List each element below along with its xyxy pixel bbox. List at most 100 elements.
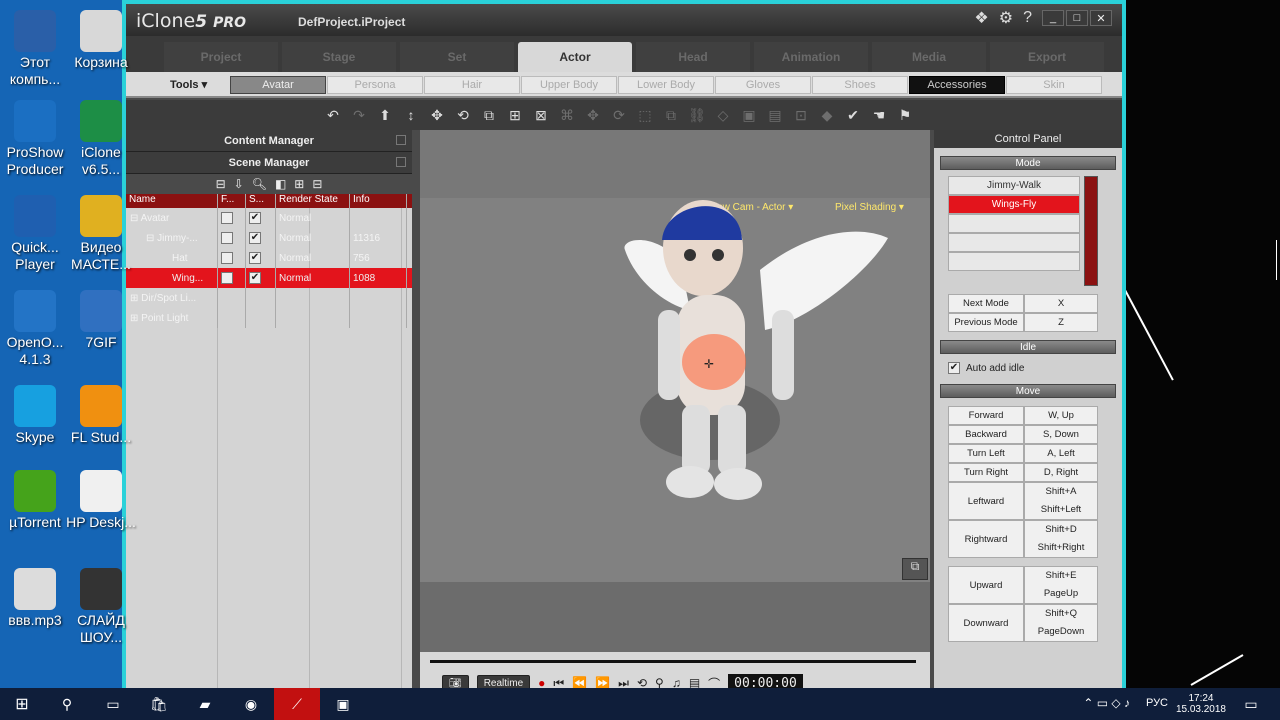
render-state-cell[interactable]: Normal	[276, 208, 350, 228]
align-icon[interactable]: ⊞	[506, 107, 524, 124]
tab-export[interactable]: Export	[990, 42, 1104, 72]
hotkey-value[interactable]: W, Up	[1024, 406, 1098, 425]
hotkey-value[interactable]: S, Down	[1024, 425, 1098, 444]
freeze-checkbox[interactable]	[221, 232, 233, 244]
freeze-checkbox[interactable]	[221, 272, 233, 284]
undo-icon[interactable]: ↶	[324, 107, 342, 124]
render-state-cell[interactable]: Normal	[276, 248, 350, 268]
render-state-cell[interactable]: Normal	[276, 228, 350, 248]
actor-character[interactable]: ✛	[420, 130, 930, 582]
column-header[interactable]: Info	[350, 194, 407, 208]
desktop-icon-quicktime[interactable]: Quick... Player	[0, 195, 70, 273]
desktop-icon-hp[interactable]: HP Deskj...	[66, 470, 136, 531]
task-view-icon[interactable]: ▭	[90, 688, 136, 720]
tab-project[interactable]: Project	[164, 42, 278, 72]
paint-icon[interactable]: ◆	[818, 107, 836, 124]
settings-gear-icon[interactable]: ⚙	[999, 8, 1013, 28]
desktop-icon-openoffice[interactable]: OpenO... 4.1.3	[0, 290, 70, 368]
column-header[interactable]: S...	[246, 194, 276, 208]
show-checkbox[interactable]: ✔	[249, 252, 261, 264]
app-taskbar-icon[interactable]: ▣	[320, 688, 366, 720]
scene-row[interactable]: ⊟ Avatar ✔ Normal	[126, 208, 412, 228]
viewport-toggle-icon[interactable]: ⧉	[902, 558, 928, 580]
scene-row[interactable]: ⊞ Point Light	[126, 308, 412, 328]
rotate-local-icon[interactable]: ⟳	[610, 107, 628, 124]
subtab-gloves[interactable]: Gloves	[715, 76, 811, 94]
taskbar-clock[interactable]: 17:24 15.03.2018	[1176, 688, 1226, 720]
flag-icon[interactable]: ⚑	[896, 107, 914, 124]
start-button[interactable]: ⊞	[0, 688, 44, 720]
auto-idle-checkbox[interactable]: ✔	[948, 362, 960, 374]
render-state-cell[interactable]	[276, 288, 350, 308]
scene-row[interactable]: ⊟ Jimmy-... ✔ Normal 11316	[126, 228, 412, 248]
expand-icon[interactable]: ⊞	[294, 177, 304, 191]
show-checkbox[interactable]: ✔	[249, 272, 261, 284]
tab-actor[interactable]: Actor	[518, 42, 632, 72]
reset-icon[interactable]: ⊠	[532, 107, 550, 124]
hotkey-value[interactable]: Shift+A Shift+Left	[1024, 482, 1098, 520]
column-header[interactable]: Name	[126, 194, 218, 208]
redo-icon[interactable]: ↷	[350, 107, 368, 124]
move-icon[interactable]: ✥	[428, 107, 446, 124]
3d-viewport[interactable]: Follow Cam - Actor ▾ Pixel Shading ▾ ✛ ⧉	[420, 130, 930, 582]
community-icon[interactable]: ❖	[974, 8, 988, 28]
desktop-icon-iclone[interactable]: iClone v6.5...	[66, 100, 136, 178]
attach-icon[interactable]: ⌘	[558, 107, 576, 124]
desktop-icon-computer[interactable]: Этот компь...	[0, 10, 70, 88]
sort-icon[interactable]: ⇩	[234, 177, 244, 191]
explorer-icon[interactable]: ▰	[182, 688, 228, 720]
language-indicator[interactable]: РУС	[1146, 697, 1168, 709]
subtab-avatar[interactable]: Avatar	[230, 76, 326, 94]
move-vertical-icon[interactable]: ↕	[402, 107, 420, 123]
check-icon[interactable]: ✔	[844, 107, 862, 124]
subtab-lower-body[interactable]: Lower Body	[618, 76, 714, 94]
hotkey-value[interactable]: A, Left	[1024, 444, 1098, 463]
subtab-persona[interactable]: Persona	[327, 76, 423, 94]
mode-item-empty[interactable]	[948, 233, 1080, 252]
minimize-button[interactable]: _	[1042, 10, 1064, 26]
scale-icon[interactable]: ⧉	[480, 107, 498, 124]
scene-row[interactable]: Wing... ✔ Normal 1088	[126, 268, 412, 288]
move-local-icon[interactable]: ✥	[584, 107, 602, 124]
mode-item[interactable]: Jimmy-Walk	[948, 176, 1080, 195]
hotkey-value[interactable]: Z	[1024, 313, 1098, 332]
search-icon[interactable]: ⚲	[44, 688, 90, 720]
desktop-icon-recycle-bin[interactable]: Корзина	[66, 10, 136, 71]
iclone-taskbar-icon[interactable]: ⟋	[274, 688, 320, 720]
notifications-icon[interactable]: ▭	[1236, 688, 1266, 720]
rotate-icon[interactable]: ⟲	[454, 107, 472, 124]
copy-icon[interactable]: ⧉	[662, 107, 680, 124]
desktop-icon-video-master[interactable]: Видео МАСТЕ...	[66, 195, 136, 273]
render-state-cell[interactable]	[276, 308, 350, 328]
scene-manager-header[interactable]: Scene Manager	[126, 152, 412, 174]
filter-icon[interactable]: ⊟	[216, 177, 226, 191]
path-icon[interactable]: ◇	[714, 107, 732, 124]
fit-icon[interactable]: ⬚	[636, 107, 654, 124]
hotkey-value[interactable]: Shift+D Shift+Right	[1024, 520, 1098, 558]
timeline-slider[interactable]	[430, 660, 916, 663]
desktop-icon-skype[interactable]: Skype	[0, 385, 70, 446]
scene-row[interactable]: Hat ✔ Normal 756	[126, 248, 412, 268]
show-checkbox[interactable]: ✔	[249, 232, 261, 244]
mode-scrollbar[interactable]	[1084, 176, 1098, 286]
close-button[interactable]: ✕	[1090, 10, 1112, 26]
render-state-cell[interactable]: Normal	[276, 268, 350, 288]
mode-item-empty[interactable]	[948, 252, 1080, 271]
subtab-upper-body[interactable]: Upper Body	[521, 76, 617, 94]
desktop-icon-slideshow[interactable]: СЛАЙД ШОУ...	[66, 568, 136, 646]
desktop-icon-fl-studio[interactable]: FL Stud...	[66, 385, 136, 446]
tab-media[interactable]: Media	[872, 42, 986, 72]
column-header[interactable]: Render State	[276, 194, 350, 208]
subtab-skin[interactable]: Skin	[1006, 76, 1102, 94]
desktop-icon-proshow[interactable]: ProShow Producer	[0, 100, 70, 178]
hand-icon[interactable]: ☚	[870, 107, 888, 124]
desktop-icon-7gif[interactable]: 7GIF	[66, 290, 136, 351]
store-icon[interactable]: 🛍︎	[136, 688, 182, 720]
subtab-hair[interactable]: Hair	[424, 76, 520, 94]
columns-icon[interactable]: ◧	[275, 177, 286, 191]
tab-set[interactable]: Set	[400, 42, 514, 72]
hotkey-value[interactable]: Shift+E PageUp	[1024, 566, 1098, 604]
tab-head[interactable]: Head	[636, 42, 750, 72]
link-icon[interactable]: ⛓	[688, 107, 706, 124]
chrome-icon[interactable]: ◉	[228, 688, 274, 720]
